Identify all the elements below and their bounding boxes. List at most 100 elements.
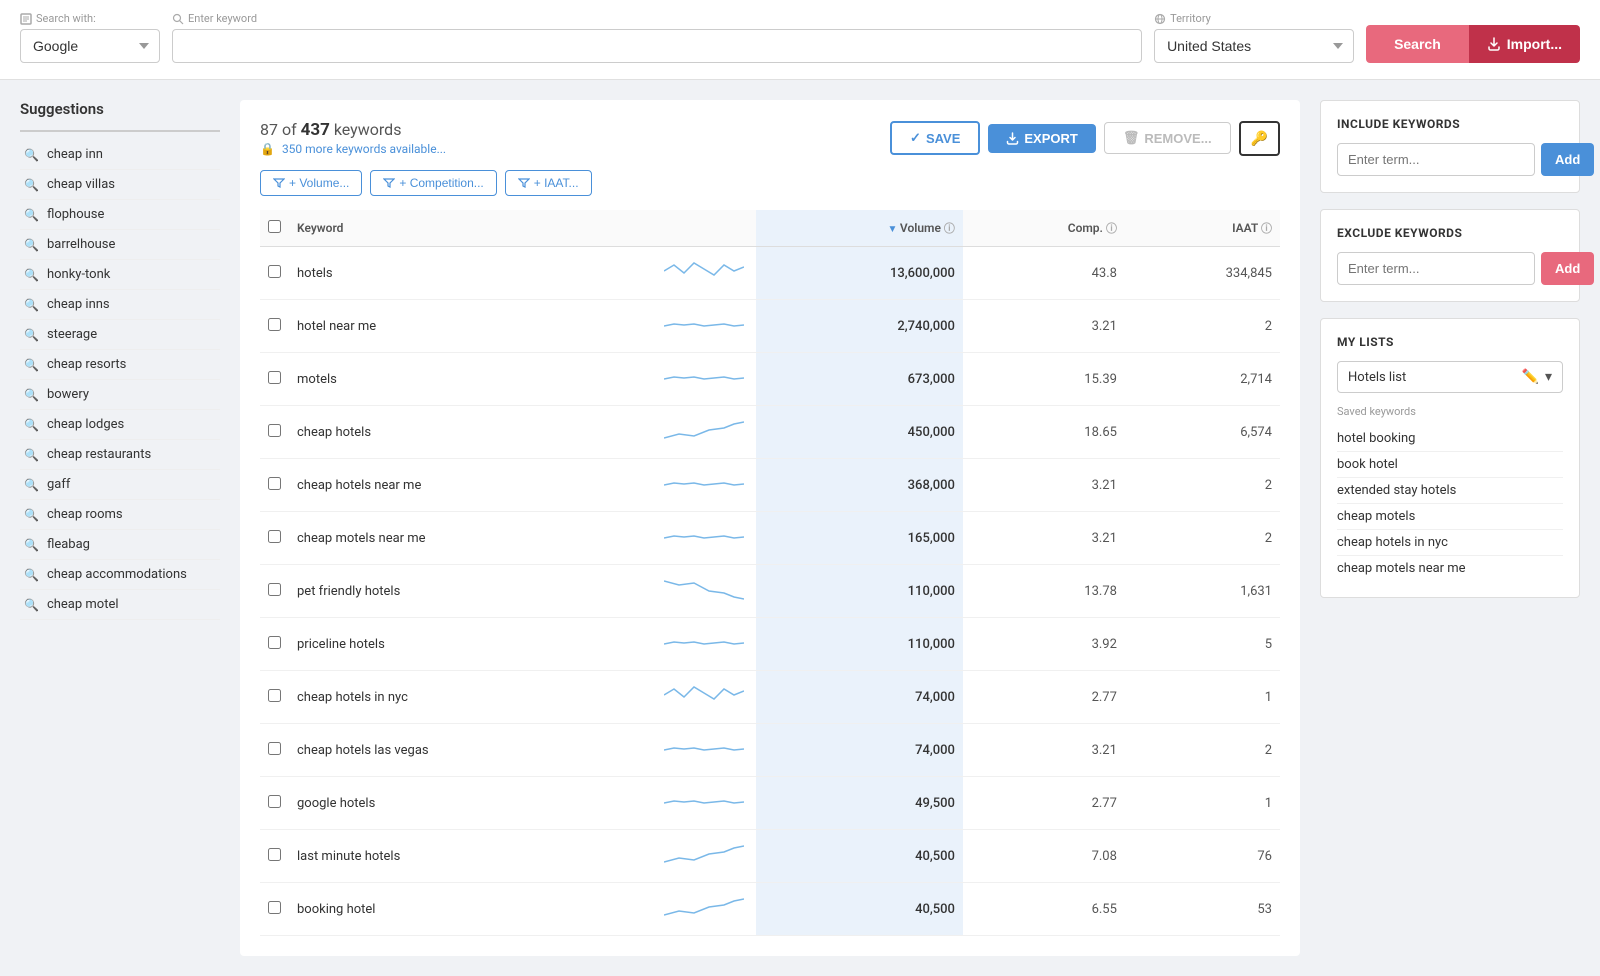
import-button[interactable]: Import... <box>1469 25 1580 63</box>
row-checkbox[interactable] <box>268 689 281 702</box>
search-icon: 🔍 <box>24 148 39 162</box>
search-button[interactable]: Search <box>1366 25 1469 63</box>
filter-button[interactable]: + Competition... <box>370 170 496 196</box>
remove-button[interactable]: 🗑 REMOVE... <box>1104 122 1231 154</box>
comp-cell: 13.78 <box>963 565 1125 618</box>
trend-chart <box>664 628 744 656</box>
search-engine-select[interactable]: Google <box>20 29 160 63</box>
suggestion-item[interactable]: 🔍gaff <box>20 470 220 500</box>
keyword-cell: booking hotel <box>289 883 656 936</box>
include-term-input[interactable] <box>1337 143 1535 176</box>
chart-cell <box>656 724 756 777</box>
row-checkbox-cell[interactable] <box>260 247 289 300</box>
saved-keyword-item: book hotel <box>1337 452 1563 478</box>
suggestion-item[interactable]: 🔍fleabag <box>20 530 220 560</box>
row-checkbox-cell[interactable] <box>260 300 289 353</box>
search-icon: 🔍 <box>24 418 39 432</box>
suggestion-item[interactable]: 🔍cheap villas <box>20 170 220 200</box>
row-checkbox-cell[interactable] <box>260 883 289 936</box>
suggestion-item[interactable]: 🔍cheap inns <box>20 290 220 320</box>
row-checkbox[interactable] <box>268 742 281 755</box>
include-add-button[interactable]: Add <box>1541 143 1594 176</box>
iaat-col-header: IAAT ⓘ <box>1125 210 1280 247</box>
select-all-header[interactable] <box>260 210 289 247</box>
key-button[interactable]: 🔑 <box>1239 121 1280 156</box>
territory-label: Territory <box>1154 12 1354 25</box>
suggestion-item[interactable]: 🔍barrelhouse <box>20 230 220 260</box>
suggestion-item[interactable]: 🔍cheap resorts <box>20 350 220 380</box>
save-button[interactable]: ✓ SAVE <box>890 121 980 155</box>
edit-list-icon[interactable]: ✏️ <box>1522 369 1539 385</box>
keyword-input[interactable]: cheap hotels <box>172 29 1142 63</box>
filter-icon <box>518 177 530 189</box>
row-checkbox-cell[interactable] <box>260 565 289 618</box>
comp-cell: 3.21 <box>963 459 1125 512</box>
suggestion-item[interactable]: 🔍bowery <box>20 380 220 410</box>
row-checkbox-cell[interactable] <box>260 724 289 777</box>
import-icon <box>1487 37 1501 51</box>
suggestion-item[interactable]: 🔍cheap accommodations <box>20 560 220 590</box>
suggestion-item[interactable]: 🔍cheap inn <box>20 140 220 170</box>
search-icon: 🔍 <box>24 178 39 192</box>
comp-cell: 2.77 <box>963 671 1125 724</box>
row-checkbox[interactable] <box>268 583 281 596</box>
exclude-term-input[interactable] <box>1337 252 1535 285</box>
list-selector-actions: ✏️ ▾ <box>1522 369 1552 385</box>
row-checkbox-cell[interactable] <box>260 830 289 883</box>
list-selector[interactable]: Hotels list ✏️ ▾ <box>1337 361 1563 393</box>
row-checkbox-cell[interactable] <box>260 353 289 406</box>
suggestion-item[interactable]: 🔍steerage <box>20 320 220 350</box>
row-checkbox[interactable] <box>268 795 281 808</box>
search-icon: 🔍 <box>24 538 39 552</box>
export-button[interactable]: EXPORT <box>988 124 1095 153</box>
row-checkbox[interactable] <box>268 636 281 649</box>
trend-chart <box>664 787 744 815</box>
suggestion-item[interactable]: 🔍honky-tonk <box>20 260 220 290</box>
search-import-group: Search Import... <box>1366 25 1580 63</box>
chart-cell <box>656 247 756 300</box>
chevron-down-icon[interactable]: ▾ <box>1545 369 1552 385</box>
row-checkbox-cell[interactable] <box>260 459 289 512</box>
iaat-cell: 5 <box>1125 618 1280 671</box>
row-checkbox[interactable] <box>268 901 281 914</box>
select-all-checkbox[interactable] <box>268 220 281 233</box>
filter-button[interactable]: + IAAT... <box>505 170 592 196</box>
row-checkbox-cell[interactable] <box>260 512 289 565</box>
table-row: hotel near me 2,740,000 3.21 2 <box>260 300 1280 353</box>
row-checkbox-cell[interactable] <box>260 777 289 830</box>
table-row: motels 673,000 15.39 2,714 <box>260 353 1280 406</box>
filter-button[interactable]: + Volume... <box>260 170 362 196</box>
row-checkbox-cell[interactable] <box>260 618 289 671</box>
filter-row: + Volume... + Competition... + IAAT... <box>260 170 1280 196</box>
keyword-cell: cheap hotels <box>289 406 656 459</box>
keyword-cell: hotels <box>289 247 656 300</box>
iaat-cell: 6,574 <box>1125 406 1280 459</box>
row-checkbox[interactable] <box>268 318 281 331</box>
saved-keywords-list: hotel bookingbook hotelextended stay hot… <box>1337 426 1563 581</box>
exclude-add-button[interactable]: Add <box>1541 252 1594 285</box>
suggestion-item[interactable]: 🔍cheap restaurants <box>20 440 220 470</box>
exclude-title: EXCLUDE KEYWORDS <box>1337 226 1563 240</box>
row-checkbox[interactable] <box>268 424 281 437</box>
row-checkbox[interactable] <box>268 371 281 384</box>
row-checkbox[interactable] <box>268 530 281 543</box>
volume-col-header[interactable]: ▼ Volume ⓘ <box>756 210 963 247</box>
iaat-cell: 1,631 <box>1125 565 1280 618</box>
territory-select[interactable]: United States <box>1154 29 1354 63</box>
trend-chart <box>664 363 744 391</box>
row-checkbox[interactable] <box>268 265 281 278</box>
suggestion-item[interactable]: 🔍cheap rooms <box>20 500 220 530</box>
trend-chart <box>664 310 744 338</box>
row-checkbox[interactable] <box>268 848 281 861</box>
search-with-label: Search with: <box>20 12 160 25</box>
suggestion-item[interactable]: 🔍cheap motel <box>20 590 220 620</box>
row-checkbox-cell[interactable] <box>260 406 289 459</box>
volume-cell: 2,740,000 <box>756 300 963 353</box>
suggestion-item[interactable]: 🔍cheap lodges <box>20 410 220 440</box>
suggestion-item[interactable]: 🔍flophouse <box>20 200 220 230</box>
row-checkbox[interactable] <box>268 477 281 490</box>
chart-cell <box>656 830 756 883</box>
row-checkbox-cell[interactable] <box>260 671 289 724</box>
chart-cell <box>656 406 756 459</box>
table-row: hotels 13,600,000 43.8 334,845 <box>260 247 1280 300</box>
